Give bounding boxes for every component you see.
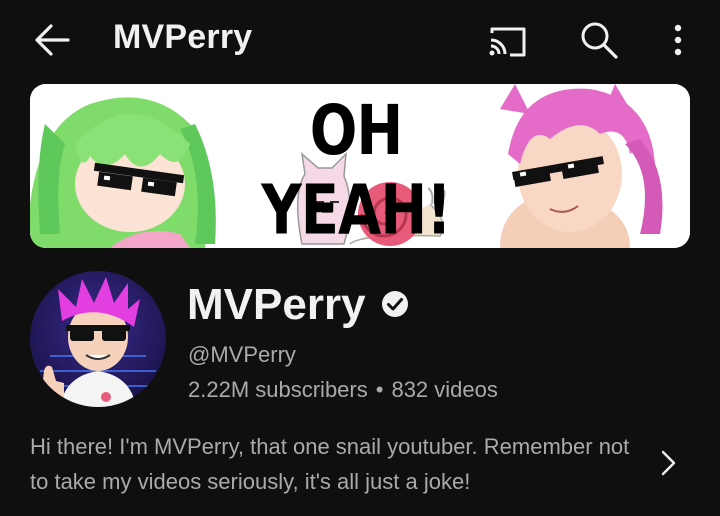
channel-avatar[interactable]: [30, 271, 166, 407]
more-vert-icon[interactable]: [664, 20, 692, 60]
stats-separator: •: [375, 377, 384, 402]
page-title: MVPerry: [113, 18, 253, 56]
avatar-image: [30, 271, 166, 407]
verified-badge-icon: [382, 291, 408, 317]
channel-handle: @MVPerry: [188, 342, 296, 367]
back-arrow-icon[interactable]: [32, 20, 74, 60]
subscriber-count: 2.22M subscribers: [188, 377, 368, 402]
channel-stats: 2.22M subscribers • 832 videos: [188, 377, 498, 403]
top-app-bar: MVPerry: [0, 0, 720, 82]
channel-name: MVPerry: [187, 280, 366, 329]
channel-description[interactable]: Hi there! I'm MVPerry, that one snail yo…: [30, 429, 630, 499]
banner-text: OH YEAH!: [261, 92, 452, 248]
search-icon[interactable]: [578, 19, 620, 61]
channel-banner: OH YEAH!: [30, 84, 690, 248]
chevron-right-icon[interactable]: [656, 448, 680, 478]
cast-icon[interactable]: [486, 21, 530, 61]
video-count: 832 videos: [391, 377, 498, 402]
